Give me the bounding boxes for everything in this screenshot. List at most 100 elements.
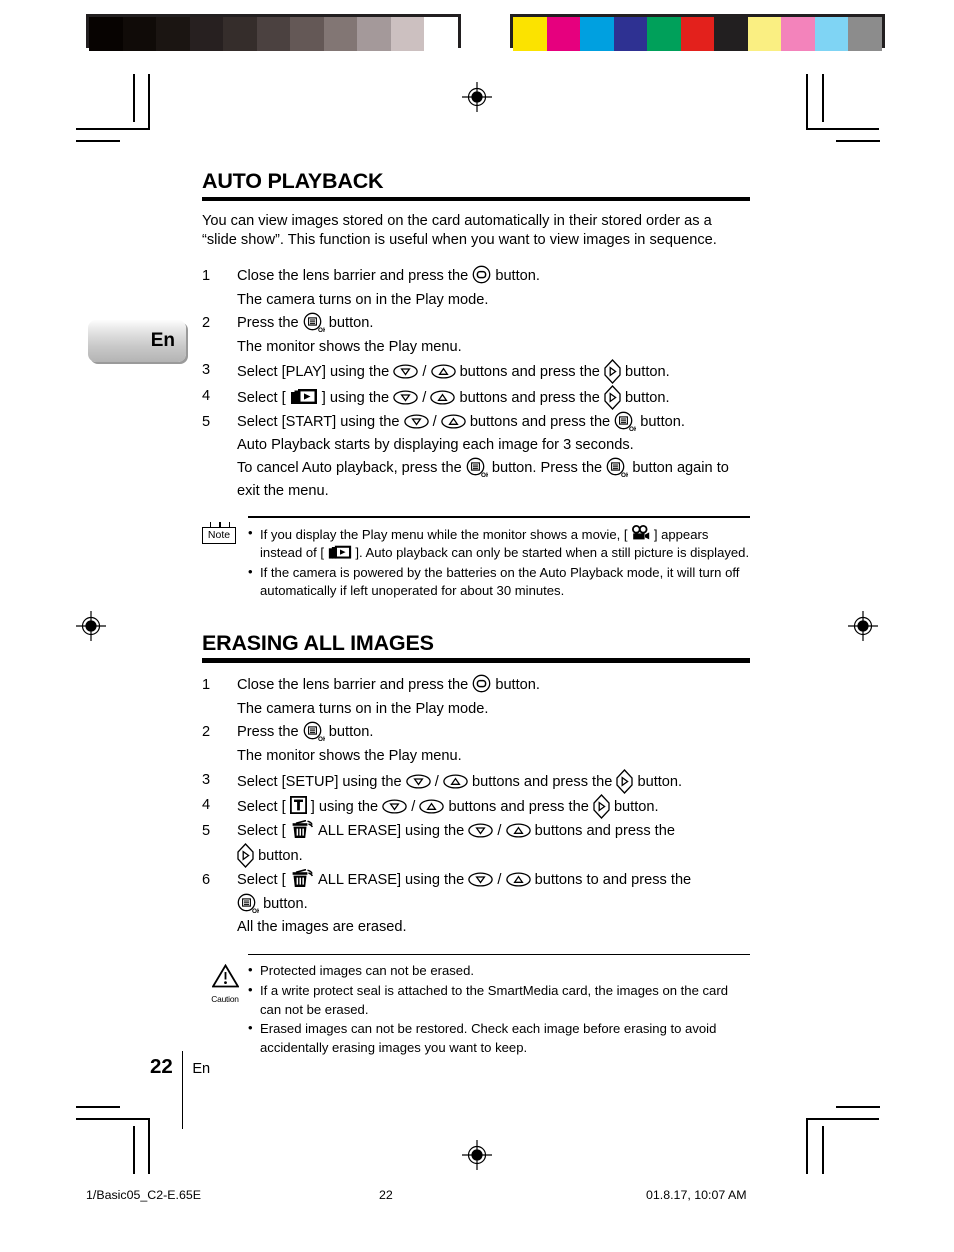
step-text-tail: button. — [625, 364, 670, 381]
step-text: Select [SETUP] using the — [237, 773, 402, 790]
note-icon: Note — [202, 521, 236, 544]
step-number: 3 — [202, 771, 211, 788]
gray-swatch-8 — [357, 17, 391, 51]
section-rule — [202, 658, 750, 663]
color-swatch-9 — [814, 17, 848, 51]
caution-bullet: Protected images can not be erased. — [248, 961, 750, 981]
up-arrow-button-icon — [505, 872, 531, 887]
up-arrow-button-icon — [430, 364, 456, 379]
up-arrow-button-icon — [443, 773, 468, 789]
page-number: 22 — [150, 1055, 173, 1078]
step-number: 5 — [202, 413, 211, 430]
color-swatch-1 — [546, 17, 580, 51]
crop-mark-tr-vertical — [806, 74, 808, 130]
up-arrow-button-icon — [419, 799, 445, 814]
step-number: 5 — [202, 822, 211, 839]
slash-separator: / — [432, 413, 437, 430]
menu-ok-button-icon: OK — [303, 721, 325, 742]
down-arrow-button-icon — [468, 823, 494, 838]
step-item: 5 Select [ ALL ERASE] using the / button… — [202, 819, 750, 869]
step-text: Select [PLAY] using the — [237, 364, 390, 381]
slideshow-playback-icon — [328, 544, 352, 560]
step-item: 1 Close the lens barrier and press the b… — [202, 265, 750, 289]
slideshow-playback-icon — [290, 387, 318, 406]
crop-mark-br-tick — [822, 1126, 824, 1174]
step-text-mid2: buttons and press the — [459, 390, 600, 407]
crop-mark-tr-bleed — [836, 140, 880, 142]
note-badge: Note — [202, 521, 248, 602]
cancel-text-c: button again to — [632, 459, 729, 476]
color-swatch-7 — [747, 17, 781, 51]
gray-swatch-3 — [189, 17, 223, 51]
cancel-text-b: button. Press the — [491, 459, 603, 476]
auto-playback-exit-note: exit the menu. — [237, 482, 329, 499]
step-note: The camera turns on in the Play mode. — [237, 700, 489, 717]
note-bullet-list: If you display the Play menu while the m… — [248, 524, 750, 602]
color-swatch-3 — [613, 17, 647, 51]
bullet-text-c: ]. Auto playback can only be started whe… — [355, 545, 750, 561]
step-item: 3 Select [SETUP] using the / buttons and… — [202, 768, 750, 795]
crop-mark-tr-tick — [822, 74, 824, 122]
step-item: 4 Select [ ] using the / buttons and pre… — [202, 385, 750, 411]
slash-separator: / — [422, 390, 427, 407]
gray-swatch-0 — [89, 17, 123, 51]
step-text-mid2: buttons and press the — [534, 822, 675, 839]
page-number-divider — [181, 1051, 184, 1129]
crop-mark-bl-bleed — [76, 1106, 120, 1108]
menu-ok-button-icon: OK — [466, 457, 488, 478]
step-text: Close the lens barrier and press the — [237, 267, 469, 284]
step-item: 3 Select [PLAY] using the / buttons and … — [202, 359, 750, 385]
down-arrow-button-icon — [393, 364, 419, 379]
down-arrow-button-icon — [403, 414, 429, 429]
down-arrow-button-icon — [468, 872, 494, 887]
notepad-binding-dots — [206, 521, 234, 527]
step-item: 2 Press the OK button. — [202, 721, 750, 745]
step-number: 4 — [202, 388, 211, 405]
step-text-tail: button. — [328, 315, 374, 332]
step-note: All the images are erased. — [237, 919, 407, 936]
caution-callout: Caution Protected images can not be eras… — [202, 954, 750, 1058]
step-text-mid: ALL ERASE] using the — [317, 872, 465, 889]
step-note: The monitor shows the Play menu. — [237, 747, 462, 764]
page-language: En — [192, 1061, 211, 1077]
down-arrow-button-icon — [405, 773, 431, 789]
section-title-erasing-all-images: ERASING ALL IMAGES — [202, 630, 434, 655]
step-item: 5 Select [START] using the / buttons and… — [202, 411, 750, 435]
step-text-mid: ] using the — [321, 390, 390, 407]
menu-ok-button-icon: OK — [614, 411, 636, 432]
step-text-tail: button. — [328, 724, 374, 741]
color-swatch-4 — [647, 17, 681, 51]
color-swatch-10 — [848, 17, 882, 51]
menu-ok-button-icon: OK — [606, 457, 628, 478]
svg-text:OK: OK — [629, 426, 636, 432]
color-swatch-2 — [580, 17, 614, 51]
slash-separator: / — [411, 799, 416, 816]
step-text-mid: buttons and press the — [459, 364, 600, 381]
step-number: 6 — [202, 872, 211, 889]
up-arrow-button-icon — [440, 414, 466, 429]
manual-page: En AUTO PLAYBACK You can view images sto… — [0, 0, 954, 1252]
caution-bullet: Erased images can not be restored. Check… — [248, 1019, 750, 1057]
registration-target-left — [76, 611, 106, 641]
setup-menu-icon — [289, 796, 307, 815]
step-text-mid: ALL ERASE] using the — [317, 822, 465, 839]
color-swatch-8 — [781, 17, 815, 51]
caution-badge-label: Caution — [211, 994, 239, 1005]
language-tab-label: En — [150, 330, 175, 351]
step-text-tail: button. — [258, 848, 303, 865]
up-arrow-button-icon — [430, 390, 456, 405]
step-note: The monitor shows the Play menu. — [237, 338, 462, 355]
gray-swatch-2 — [156, 17, 190, 51]
step-text-tail: button. — [263, 895, 308, 912]
step-text: Select [ — [237, 799, 286, 816]
svg-text:OK: OK — [252, 908, 259, 914]
language-tab-en: En — [88, 320, 186, 362]
step-text: Select [START] using the — [237, 413, 400, 430]
svg-text:OK: OK — [318, 327, 325, 333]
slash-separator: / — [434, 773, 439, 790]
step-number: 3 — [202, 362, 211, 379]
note-bullet: If you display the Play menu while the m… — [248, 524, 750, 563]
note-callout: Note If you display the Play menu while … — [202, 516, 750, 602]
gray-swatch-6 — [290, 17, 324, 51]
crop-mark-bl-horizontal — [76, 1118, 149, 1120]
